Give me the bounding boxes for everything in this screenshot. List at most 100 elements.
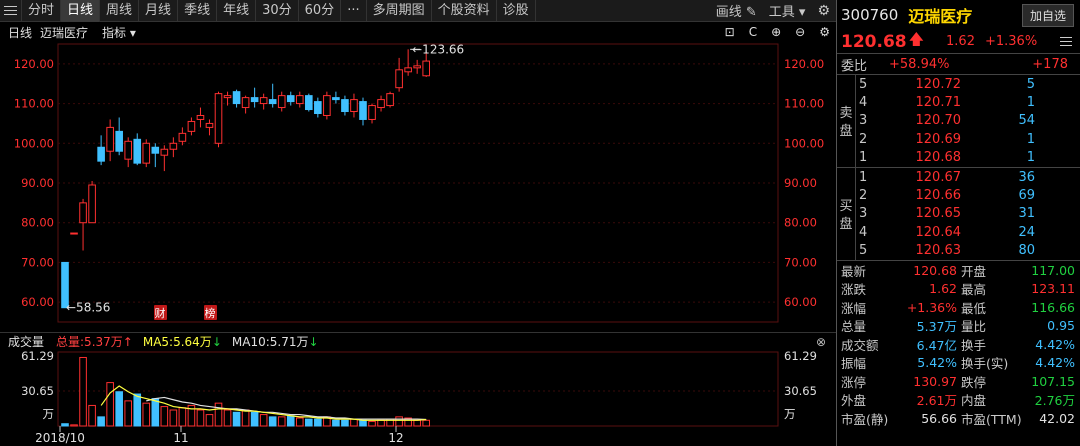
order-book-row[interactable]: 2 120.66 69 [837, 186, 1080, 204]
stat-row: 成交额 6.47亿 换手 4.42% [837, 335, 1080, 354]
order-book-row[interactable]: 1 120.68 1 [837, 149, 1080, 167]
order-book-row[interactable]: 1 120.67 36 [837, 168, 1080, 186]
volume-bar [169, 409, 178, 427]
candle-body [268, 99, 277, 105]
order-qty: 69 [1018, 188, 1035, 204]
stat-label: 最高 [961, 282, 987, 298]
order-book-row[interactable]: 2 120.69 1 [837, 130, 1080, 148]
candle-body [377, 99, 385, 109]
price-tick-label-left: 110.00 [14, 97, 54, 111]
price-row: 120.68 🡅 1.62 +1.36% [837, 30, 1080, 54]
order-book-row[interactable]: 3 120.70 54 [837, 112, 1080, 130]
volume-bar [133, 393, 142, 427]
stat-label: 换手 [961, 337, 987, 353]
list-icon[interactable] [1060, 36, 1072, 47]
add-watchlist-button[interactable]: 加自选 [1021, 3, 1074, 27]
candle-body [178, 132, 187, 142]
candle-body [341, 99, 349, 113]
buy-book: 买盘 1 120.67 36 2 120.66 69 3 120.65 31 4 120.64 24 5… [837, 167, 1080, 261]
arrow-down-icon: ↓ [308, 335, 319, 349]
order-qty: 31 [1018, 206, 1035, 222]
volume-bar [205, 414, 214, 427]
price-tick-label-left: 60.00 [21, 295, 54, 309]
candle-body [395, 69, 403, 89]
volume-bar [88, 404, 96, 427]
price-tick-label-left: 70.00 [21, 255, 54, 269]
stat-row: 涨跌 1.62 最高 123.11 [837, 279, 1080, 298]
candle-body [232, 91, 241, 105]
candle-body [160, 148, 169, 156]
price-tick-label-right: 70.00 [784, 255, 817, 269]
candle-body [250, 97, 259, 103]
stat-label: 振幅 [841, 356, 867, 372]
date-tick-label: 11 [173, 431, 188, 445]
volume-tick-label-left: 万 [43, 407, 55, 421]
order-ratio-value: +58.94% [889, 56, 950, 72]
volume-bar [413, 419, 421, 427]
sell-side-label: 卖盘 [839, 106, 853, 139]
price-tick-label-right: 60.00 [784, 295, 817, 309]
stat-label: 涨停 [841, 374, 867, 390]
stat-label: 市盈(TTM) [961, 411, 1022, 427]
volume-bar [341, 419, 349, 427]
order-book-row[interactable]: 5 120.72 5 [837, 75, 1080, 93]
price-tick-label-left: 120.00 [14, 57, 54, 71]
volume-bar [277, 416, 286, 427]
price-tick-label-right: 80.00 [784, 216, 817, 230]
candle-body [79, 202, 87, 224]
order-qty: 54 [1018, 113, 1035, 129]
volume-tick-label-left: 61.29 [21, 349, 54, 363]
order-qty: 1 [1026, 150, 1035, 166]
volume-bar [286, 415, 295, 427]
order-book-row[interactable]: 4 120.64 24 [837, 223, 1080, 241]
last-price: 120.68 [841, 31, 907, 52]
ma5-value: MA5:5.64万↓ [143, 333, 222, 350]
order-book-row[interactable]: 5 120.63 80 [837, 242, 1080, 260]
low-label: ←58.56 [66, 301, 110, 315]
order-book-row[interactable]: 3 120.65 31 [837, 205, 1080, 223]
volume-bar [79, 356, 87, 427]
stock-code: 300760 [841, 6, 899, 24]
candle-body [187, 120, 196, 132]
stat-value: 5.42% [917, 355, 957, 371]
price-tick-label-right: 110.00 [784, 97, 824, 111]
candle-body [413, 65, 421, 69]
stat-value: 2.61万 [916, 393, 957, 409]
stock-header: 300760 迈瑞医疗 加自选 [837, 0, 1080, 30]
total-volume: 总量:5.37万↑ [56, 335, 133, 349]
volume-tick-label-left: 30.65 [21, 384, 54, 398]
volume-bar [305, 418, 313, 427]
volume-bar [97, 416, 105, 427]
order-price: 120.70 [915, 113, 962, 129]
close-icon[interactable]: ⊗ [816, 335, 826, 349]
price-tick-label-left: 90.00 [21, 176, 54, 190]
date-tick-label: 2018/10 [35, 431, 85, 445]
volume-bar [241, 409, 250, 427]
candle-body [241, 97, 250, 109]
order-price: 120.69 [915, 131, 962, 147]
candle-body [295, 95, 304, 105]
volume-bar [368, 420, 376, 427]
order-qty: 1 [1026, 95, 1035, 111]
candle-body [115, 130, 123, 152]
volume-label: 成交量 [8, 335, 45, 349]
stat-value: 117.00 [1031, 262, 1075, 278]
stat-row: 市盈(静) 56.66 市盈(TTM) 42.02 [837, 409, 1080, 428]
date-axis: 2018/10 11 12 [35, 426, 404, 445]
order-qty: 36 [1018, 169, 1035, 185]
arrow-down-icon: ↓ [211, 335, 222, 349]
volume-bar [314, 418, 322, 427]
candle-body [124, 140, 133, 160]
volume-bar [115, 391, 123, 427]
candle-body [214, 93, 223, 144]
stat-value: 123.11 [1031, 281, 1075, 297]
order-book-row[interactable]: 4 120.71 1 [837, 93, 1080, 111]
order-price: 120.71 [915, 95, 962, 111]
arrow-up-icon: 🡅 [908, 30, 925, 48]
volume-bar [259, 414, 268, 427]
volume-bar [223, 409, 232, 427]
volume-bar [359, 419, 367, 427]
stat-label: 跌停 [961, 374, 987, 390]
volume-bar [332, 419, 340, 427]
kline-chart[interactable]: 60.00 60.00 70.00 70.00 80.00 80.00 90.00 90.00… [0, 0, 836, 446]
